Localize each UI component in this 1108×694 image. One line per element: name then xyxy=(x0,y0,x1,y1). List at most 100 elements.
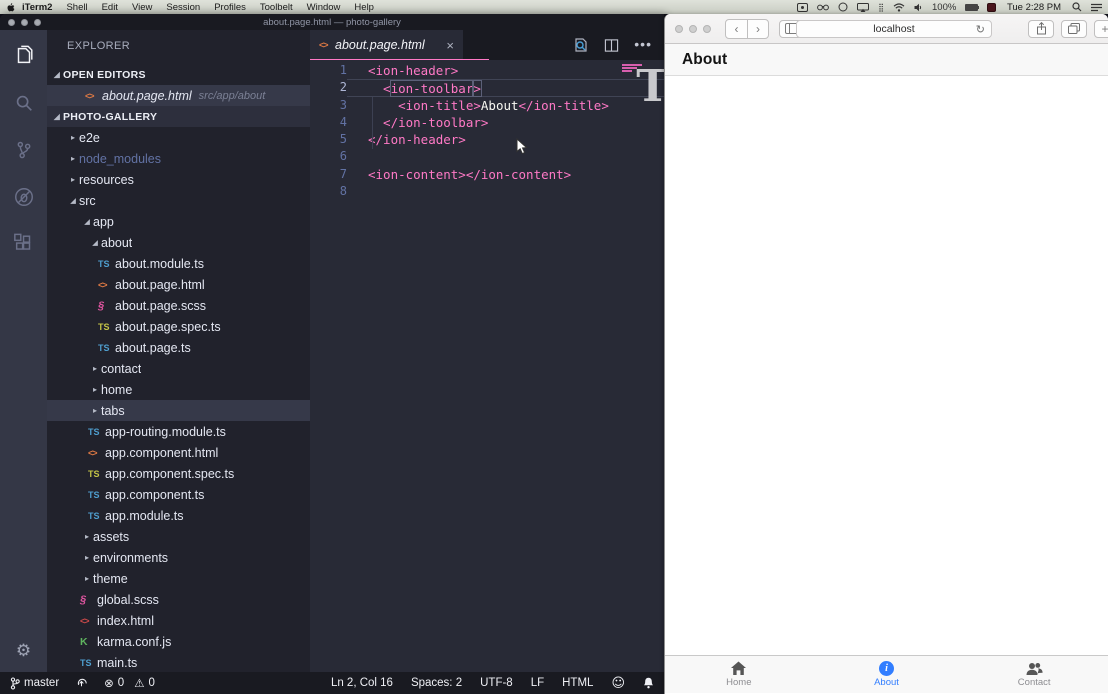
screen-capture-icon[interactable] xyxy=(797,3,808,12)
wifi-icon[interactable] xyxy=(893,3,905,12)
feedback-smiley-icon[interactable]: ☺ xyxy=(611,676,625,691)
menubar-clock[interactable]: Tue 2:28 PM xyxy=(1005,2,1063,13)
tree-file-about-page-ts[interactable]: TSabout.page.ts xyxy=(47,337,310,358)
tree-folder-about[interactable]: ◢about xyxy=(47,232,310,253)
code-line-8[interactable]: 8 xyxy=(310,183,664,200)
tab-about[interactable]: i About xyxy=(813,656,961,693)
notifications-bell-icon[interactable] xyxy=(643,677,654,689)
tree-file-index-html[interactable]: <>index.html xyxy=(47,610,310,631)
vscode-titlebar[interactable]: about.page.html — photo-gallery xyxy=(0,14,664,30)
cursor-position-indicator[interactable]: Ln 2, Col 16 xyxy=(331,677,393,689)
tree-file-about-page-scss[interactable]: §about.page.scss xyxy=(47,295,310,316)
code-line-6[interactable]: 6 xyxy=(310,148,664,165)
menu-app-name[interactable]: iTerm2 xyxy=(15,2,59,13)
menu-window[interactable]: Window xyxy=(300,2,348,13)
split-editor-icon[interactable] xyxy=(604,38,619,53)
tab-overview-button[interactable] xyxy=(1061,20,1087,38)
dnd-icon[interactable] xyxy=(838,2,848,12)
git-branch-indicator[interactable]: master xyxy=(10,677,59,690)
tab-home[interactable]: Home xyxy=(665,656,813,693)
code-line-1[interactable]: 1 <ion-header> xyxy=(310,62,664,79)
battery-status[interactable]: 100% xyxy=(932,2,978,13)
eol-indicator[interactable]: LF xyxy=(531,677,544,689)
project-root-header[interactable]: ◢ PHOTO-GALLERY xyxy=(47,106,310,127)
code-line-4[interactable]: 4 </ion-toolbar> xyxy=(310,114,664,131)
problems-indicator[interactable]: ⊗ 0 ⚠ 0 xyxy=(104,676,155,690)
close-window-button[interactable] xyxy=(675,25,683,33)
language-mode-indicator[interactable]: HTML xyxy=(562,677,593,689)
tree-folder-environments[interactable]: ▸environments xyxy=(47,547,310,568)
open-preview-icon[interactable] xyxy=(573,37,589,53)
code-line-7[interactable]: 7 <ion-content></ion-content> xyxy=(310,166,664,183)
menu-shell[interactable]: Shell xyxy=(59,2,94,13)
volume-icon[interactable] xyxy=(914,3,923,12)
tab-about-page-html[interactable]: <> about.page.html × xyxy=(310,30,463,60)
editor-tabbar: <> about.page.html × ••• xyxy=(310,30,664,60)
keyboard-switcher-icon[interactable]: ⣿ xyxy=(878,3,884,12)
explorer-icon[interactable] xyxy=(12,44,36,68)
tree-file-app-routing-module-ts[interactable]: TSapp-routing.module.ts xyxy=(47,421,310,442)
tree-file-global-scss[interactable]: §global.scss xyxy=(47,589,310,610)
html-file-icon: <> xyxy=(85,91,102,101)
chevron-expanded-icon: ◢ xyxy=(81,217,93,226)
debug-icon[interactable] xyxy=(12,185,36,209)
tree-folder-node-modules[interactable]: ▸node_modules xyxy=(47,148,310,169)
tree-folder-tabs[interactable]: ▸tabs xyxy=(47,400,310,421)
tree-file-about-module-ts[interactable]: TSabout.module.ts xyxy=(47,253,310,274)
apple-logo-icon[interactable] xyxy=(6,2,15,13)
menu-view[interactable]: View xyxy=(125,2,159,13)
code-editor[interactable]: 1 <ion-header> 2 <ion-toolbar> 3 <ion-ti… xyxy=(310,60,664,672)
forward-button[interactable]: › xyxy=(747,20,768,38)
tree-file-about-page-html[interactable]: <>about.page.html xyxy=(47,274,310,295)
new-tab-button[interactable]: + xyxy=(1094,20,1108,38)
tree-folder-assets[interactable]: ▸assets xyxy=(47,526,310,547)
menu-profiles[interactable]: Profiles xyxy=(207,2,253,13)
code-line-5[interactable]: 5 </ion-header> xyxy=(310,131,664,148)
chevron-collapsed-icon: ▸ xyxy=(89,385,101,394)
tree-file-about-page-spec-ts[interactable]: TSabout.page.spec.ts xyxy=(47,316,310,337)
back-button[interactable]: ‹ xyxy=(726,20,747,38)
search-icon[interactable] xyxy=(12,91,36,115)
tree-folder-resources[interactable]: ▸resources xyxy=(47,169,310,190)
tree-folder-home[interactable]: ▸home xyxy=(47,379,310,400)
code-line-3[interactable]: 3 <ion-title>About</ion-title> xyxy=(310,97,664,114)
menu-edit[interactable]: Edit xyxy=(95,2,125,13)
sync-changes-button[interactable] xyxy=(75,677,88,689)
notification-center-icon[interactable] xyxy=(1091,3,1102,12)
tree-file-karma-conf-js[interactable]: Kkarma.conf.js xyxy=(47,631,310,652)
tree-folder-contact[interactable]: ▸contact xyxy=(47,358,310,379)
open-editors-header[interactable]: ◢ OPEN EDITORS xyxy=(47,64,310,85)
tree-file-main-ts[interactable]: TSmain.ts xyxy=(47,652,310,672)
tab-contact[interactable]: Contact xyxy=(960,656,1108,693)
spotlight-icon[interactable] xyxy=(1072,2,1082,12)
source-control-icon[interactable] xyxy=(12,138,36,162)
tree-file-app-component-html[interactable]: <>app.component.html xyxy=(47,442,310,463)
more-actions-icon[interactable]: ••• xyxy=(634,42,652,48)
ts-file-icon: TS xyxy=(88,427,105,437)
extensions-icon[interactable] xyxy=(12,232,36,256)
indentation-indicator[interactable]: Spaces: 2 xyxy=(411,677,462,689)
zoom-window-button[interactable] xyxy=(703,25,711,33)
settings-gear-icon[interactable]: ⚙ xyxy=(16,643,31,660)
tree-file-app-component-spec-ts[interactable]: TSapp.component.spec.ts xyxy=(47,463,310,484)
airplay-icon[interactable] xyxy=(857,3,869,12)
tree-file-app-component-ts[interactable]: TSapp.component.ts xyxy=(47,484,310,505)
share-button[interactable] xyxy=(1028,20,1054,38)
menu-session[interactable]: Session xyxy=(159,2,207,13)
encoding-indicator[interactable]: UTF-8 xyxy=(480,677,513,689)
tree-folder-e2e[interactable]: ▸e2e xyxy=(47,127,310,148)
open-editor-item-about-page-html[interactable]: <> about.page.html src/app/about xyxy=(47,85,310,106)
tree-folder-app[interactable]: ◢app xyxy=(47,211,310,232)
tree-folder-src[interactable]: ◢src xyxy=(47,190,310,211)
code-line-2-current[interactable]: 2 <ion-toolbar> xyxy=(310,79,664,96)
address-bar[interactable]: localhost ↻ xyxy=(796,20,992,38)
menu-toolbelt[interactable]: Toolbelt xyxy=(253,2,300,13)
tree-folder-theme[interactable]: ▸theme xyxy=(47,568,310,589)
glasses-icon[interactable] xyxy=(817,3,829,11)
menu-help[interactable]: Help xyxy=(347,2,381,13)
tree-file-app-module-ts[interactable]: TSapp.module.ts xyxy=(47,505,310,526)
minimize-window-button[interactable] xyxy=(689,25,697,33)
menu-extra-app-icon[interactable] xyxy=(987,3,996,12)
reload-icon[interactable]: ↻ xyxy=(976,23,985,36)
close-tab-icon[interactable]: × xyxy=(446,38,454,53)
